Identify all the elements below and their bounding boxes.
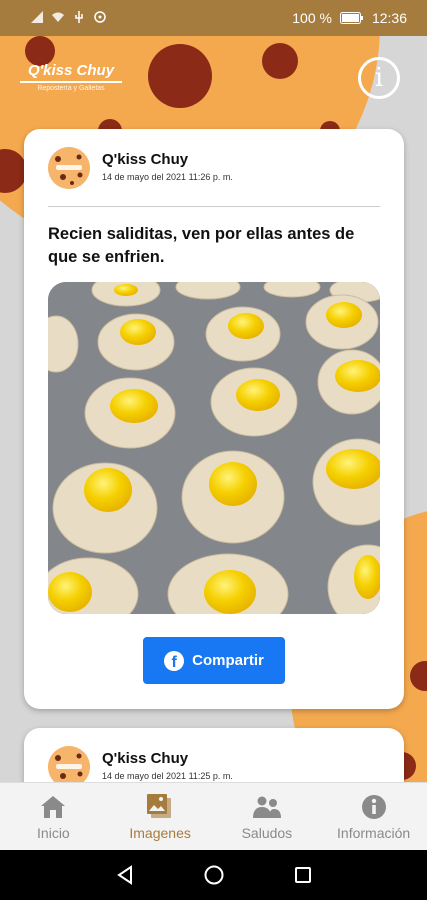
usb-icon (75, 11, 83, 23)
home-circle-icon[interactable] (203, 864, 225, 886)
tab-label: Imagenes (129, 825, 191, 841)
tab-imagenes[interactable]: Imagenes (107, 783, 214, 850)
system-nav-bar (0, 850, 427, 900)
hotspot-icon (94, 11, 106, 23)
tab-label: Saludos (241, 825, 293, 841)
people-icon (252, 793, 282, 821)
post-card: Q'kiss Chuy 14 de mayo del 2021 11:26 p.… (24, 129, 404, 709)
tab-saludos[interactable]: Saludos (214, 783, 321, 850)
post-message: Recien saliditas, ven por ellas antes de… (48, 225, 355, 266)
home-icon (38, 793, 68, 821)
bottom-nav: Inicio Imagenes Saludos Información (0, 782, 427, 850)
brand-logo: Q'kiss Chuy Repostería y Galletas (16, 62, 126, 92)
facebook-icon: f (164, 650, 185, 671)
info-icon (359, 793, 389, 821)
brand-underline (20, 81, 122, 83)
divider (48, 206, 380, 207)
images-icon (145, 793, 175, 821)
post-date: 14 de mayo del 2021 11:25 p. m. (102, 771, 233, 781)
info-icon: i (374, 63, 384, 93)
status-bar: 100 % 12:36 (0, 0, 427, 36)
back-icon[interactable] (114, 864, 136, 886)
share-button[interactable]: f Compartir (143, 637, 285, 684)
post-photo-cookies[interactable] (48, 282, 380, 614)
brand-name: Q'kiss Chuy (27, 62, 115, 79)
post-date: 14 de mayo del 2021 11:26 p. m. (102, 172, 233, 182)
tab-informacion[interactable]: Información (320, 783, 427, 850)
share-label: Compartir (192, 652, 264, 669)
signal-icon (31, 11, 43, 23)
post-author: Q'kiss Chuy (102, 750, 189, 767)
tab-label: Inicio (37, 825, 70, 841)
tab-inicio[interactable]: Inicio (0, 783, 107, 850)
battery-percent: 100 % (292, 10, 332, 26)
recents-icon[interactable] (292, 864, 314, 886)
clock: 12:36 (371, 10, 407, 26)
battery-icon (339, 12, 363, 24)
info-button[interactable]: i (358, 57, 400, 99)
wifi-icon (52, 12, 64, 22)
post-author: Q'kiss Chuy (102, 151, 189, 168)
tab-label: Información (337, 825, 411, 841)
avatar (48, 147, 90, 189)
brand-tagline: Repostería y Galletas (37, 85, 105, 92)
